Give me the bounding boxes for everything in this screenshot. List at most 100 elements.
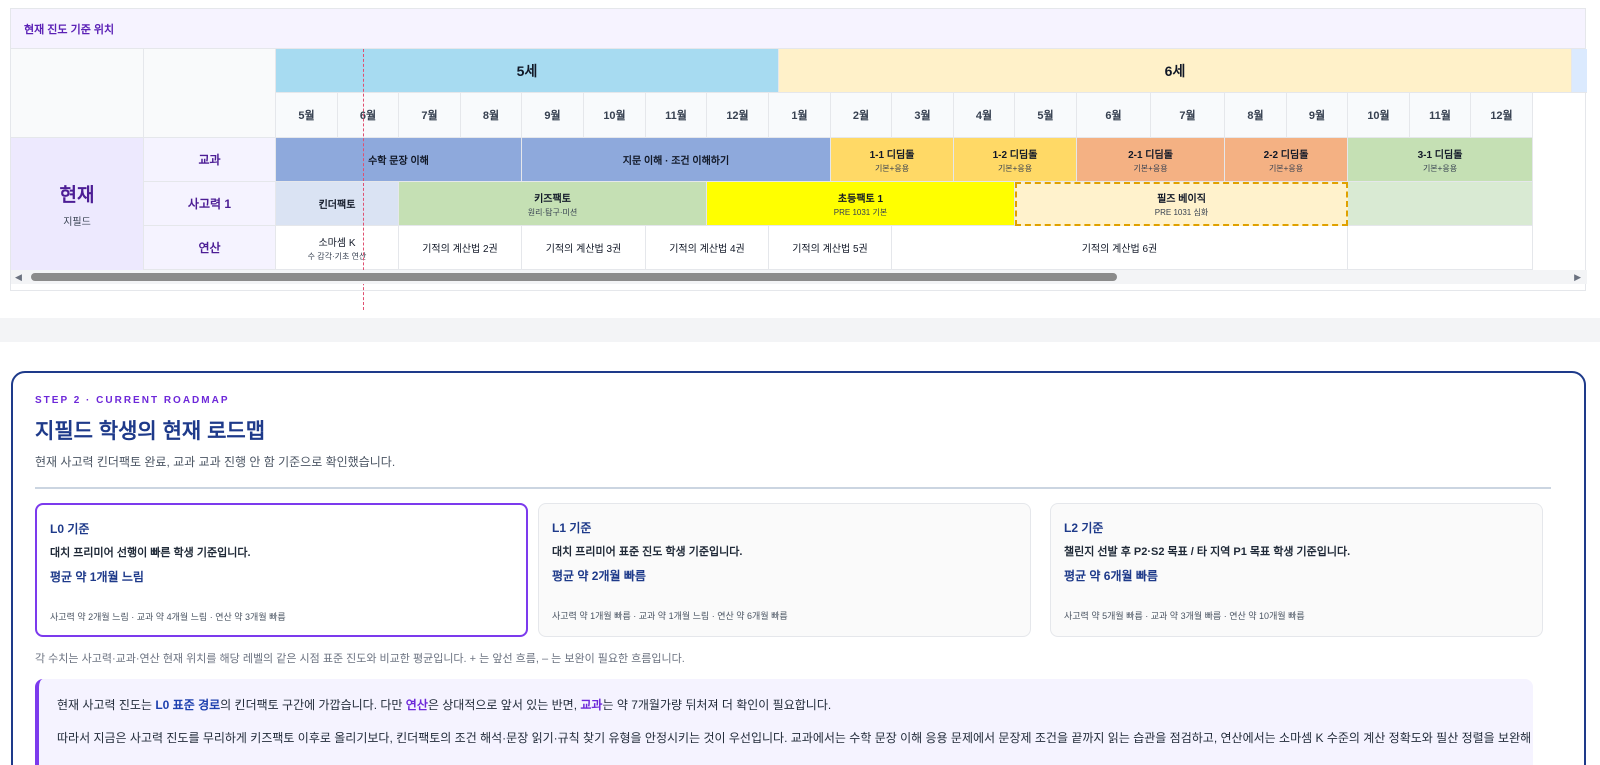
calc-bar: 소마셈 K 수 감각·기초 연산 xyxy=(276,226,399,270)
thinking-bar xyxy=(1348,182,1533,226)
level-name: L2 기준 xyxy=(1064,521,1104,535)
bar-title: 소마셈 K xyxy=(318,237,356,249)
timeline-header: 현재 진도 기준 위치 xyxy=(11,9,1585,49)
level-name: L0 기준 xyxy=(50,522,90,536)
bar-subtitle: 기본+응용 xyxy=(1422,163,1458,173)
bar-subtitle: 기본+응용 xyxy=(997,163,1033,173)
level-average: 평균 약 6개월 빠름 xyxy=(1064,569,1158,583)
bar-title: 기적의 계산법 6권 xyxy=(1081,244,1158,255)
level-description: 챌린지 선발 후 P2·S2 목표 / 타 지역 P1 목표 학생 기준입니다. xyxy=(1064,546,1351,558)
bar-title: 2-2 디딤돌 xyxy=(1263,149,1309,161)
bar-title: 킨더팩토 xyxy=(318,200,356,211)
calc-bar: 기적의 계산법 5권 xyxy=(769,226,892,270)
thinking-bar: 킨더팩토 xyxy=(276,182,399,226)
month-header: 8월 xyxy=(1225,93,1287,138)
month-header: 4월 xyxy=(954,93,1015,138)
bar-subtitle: PRE 1031 기본 xyxy=(833,207,888,217)
scroll-left-arrow-icon[interactable]: ◀ xyxy=(15,272,22,283)
level-card-l0[interactable]: L0 기준 대치 프리미어 선행이 빠른 학생 기준입니다. 평균 약 1개월 … xyxy=(35,503,528,637)
scroll-thumb[interactable] xyxy=(31,273,1117,281)
thinking-bar: 초등팩토 1 PRE 1031 기본 xyxy=(707,182,1015,226)
month-header: 2월 xyxy=(831,93,892,138)
level-average: 평균 약 1개월 느림 xyxy=(50,570,144,584)
year-header-6: 6세 xyxy=(779,49,1572,93)
calc-bar: 기적의 계산법 6권 xyxy=(892,226,1348,270)
bar-subtitle: 기본+응용 xyxy=(1268,163,1304,173)
month-header: 3월 xyxy=(892,93,954,138)
calc-bar: 기적의 계산법 2권 xyxy=(399,226,522,270)
thinking-bar: 필즈 베이직 PRE 1031 심화 xyxy=(1015,182,1348,226)
calc-bar xyxy=(1348,226,1533,270)
row-label-subject: 교과 xyxy=(144,138,276,182)
roadmap-title: 지필드 학생의 현재 로드맵 xyxy=(35,420,266,443)
highlight-subject: 교과 xyxy=(580,698,603,712)
bar-title: 기적의 계산법 2권 xyxy=(422,244,498,255)
step-eyebrow: STEP 2 · CURRENT ROADMAP xyxy=(35,395,230,406)
bar-subtitle: PRE 1031 심화 xyxy=(1154,208,1209,217)
bar-title: 필즈 베이직 xyxy=(1157,194,1206,205)
row-label-calc: 연산 xyxy=(144,226,276,270)
bar-title: 키즈팩토 xyxy=(534,193,571,205)
calc-bar: 기적의 계산법 4권 xyxy=(646,226,769,270)
highlight-path: L0 표준 경로 xyxy=(155,698,221,712)
month-header: 5월 xyxy=(1015,93,1077,138)
corner-cell xyxy=(11,49,144,138)
horizontal-scrollbar[interactable]: ◀ ▶ xyxy=(11,270,1587,284)
timeline-card: 현재 진도 기준 위치 5세 6세 5월 6월 7월 8월 9월 10월 11월 12월 1월 2… xyxy=(10,8,1587,310)
level-description: 대치 프리미어 선행이 빠른 학생 기준입니다. xyxy=(50,547,251,559)
student-cell: 현재 지필드 xyxy=(11,138,144,271)
subject-bar: 1-2 디딤돌기본+응용 xyxy=(954,138,1077,182)
month-header: 1월 xyxy=(769,93,831,138)
bar-title: 2-1 디딤돌 xyxy=(1128,149,1173,161)
summary-text: 은 상대적으로 앞서 있는 반면, xyxy=(427,698,581,712)
month-header: 7월 xyxy=(399,93,461,138)
month-header: 11월 xyxy=(1410,93,1471,138)
section-divider xyxy=(0,318,1600,342)
legend-note: 각 수치는 사고력·교과·연산 현재 위치를 해당 레벨의 같은 시점 표준 진… xyxy=(35,653,685,665)
corner-cell xyxy=(144,49,276,138)
month-header: 7월 xyxy=(1151,93,1225,138)
summary-text: 의 킨더팩토 구간에 가깝습니다. 다만 xyxy=(220,698,406,712)
level-description: 대치 프리미어 표준 진도 학생 기준입니다. xyxy=(552,546,743,558)
summary-paragraph-2: 따라서 지금은 사고력 진도를 무리하게 키즈팩토 이후로 올리기보다, 킨더팩… xyxy=(57,731,1532,745)
bar-title: 3-1 디딤돌 xyxy=(1417,149,1463,161)
year-header-5: 5세 xyxy=(276,49,779,93)
month-header: 12월 xyxy=(707,93,769,138)
level-detail: 사고력 약 5개월 빠름 · 교과 약 3개월 빠름 · 연산 약 10개월 빠… xyxy=(1064,611,1305,621)
bar-subtitle: 수 감각·기초 연산 xyxy=(307,251,367,261)
month-header: 12월 xyxy=(1471,93,1533,138)
thinking-bar: 키즈팩토원리·탐구·미션 xyxy=(399,182,707,226)
student-status: 현재 xyxy=(59,185,95,206)
student-id: 지필드 xyxy=(63,217,91,228)
subject-bar: 1-1 디딤돌기본+응용 xyxy=(831,138,954,182)
calc-bar: 기적의 계산법 3권 xyxy=(522,226,646,270)
bar-title: 기적의 계산법 4권 xyxy=(669,244,745,255)
subject-bar: 2-1 디딤돌기본+응용 xyxy=(1077,138,1225,182)
summary-text: 는 약 7개월가량 뒤처져 더 확인이 필요합니다. xyxy=(602,698,832,712)
level-card-l1[interactable]: L1 기준 대치 프리미어 표준 진도 학생 기준입니다. 평균 약 2개월 빠… xyxy=(538,503,1031,637)
bar-title: 1-1 디딤돌 xyxy=(869,149,915,161)
summary-paragraph-1: 현재 사고력 진도는 L0 표준 경로의 킨더팩토 구간에 가깝습니다. 다만 … xyxy=(57,696,831,713)
bar-title: 초등팩토 1 xyxy=(837,193,884,205)
month-row: 5월 6월 7월 8월 9월 10월 11월 12월 1월 2월 3월 4월 5월 6월 7월 8월 9월 10월… xyxy=(276,93,1587,138)
bar-title: 지문 이해 · 조건 이해하기 xyxy=(622,156,730,167)
level-name: L1 기준 xyxy=(552,521,592,535)
subject-bar: 2-2 디딤돌기본+응용 xyxy=(1225,138,1348,182)
month-header: 8월 xyxy=(461,93,522,138)
level-detail: 사고력 약 1개월 빠름 · 교과 약 1개월 느림 · 연산 약 6개월 빠름 xyxy=(552,611,788,621)
level-average: 평균 약 2개월 빠름 xyxy=(552,569,646,583)
year-header-overflow xyxy=(1572,49,1587,93)
month-header: 10월 xyxy=(1348,93,1410,138)
bar-subtitle: 원리·탐구·미션 xyxy=(527,207,578,217)
summary-box: 현재 사고력 진도는 L0 표준 경로의 킨더팩토 구간에 가깝습니다. 다만 … xyxy=(35,679,1533,765)
bar-title: 1-2 디딤돌 xyxy=(992,149,1038,161)
highlight-calc: 연산 xyxy=(405,698,428,712)
scroll-right-arrow-icon[interactable]: ▶ xyxy=(1574,272,1581,283)
month-header: 10월 xyxy=(584,93,646,138)
summary-text: 현재 사고력 진도는 xyxy=(57,698,156,712)
bar-subtitle: 기본+응용 xyxy=(1133,163,1168,173)
bar-subtitle: 기본+응용 xyxy=(874,163,910,173)
bar-title: 기적의 계산법 3권 xyxy=(545,244,622,255)
level-card-l2[interactable]: L2 기준 챌린지 선발 후 P2·S2 목표 / 타 지역 P1 목표 학생 … xyxy=(1050,503,1543,637)
subject-bar: 수학 문장 이해 xyxy=(276,138,522,182)
